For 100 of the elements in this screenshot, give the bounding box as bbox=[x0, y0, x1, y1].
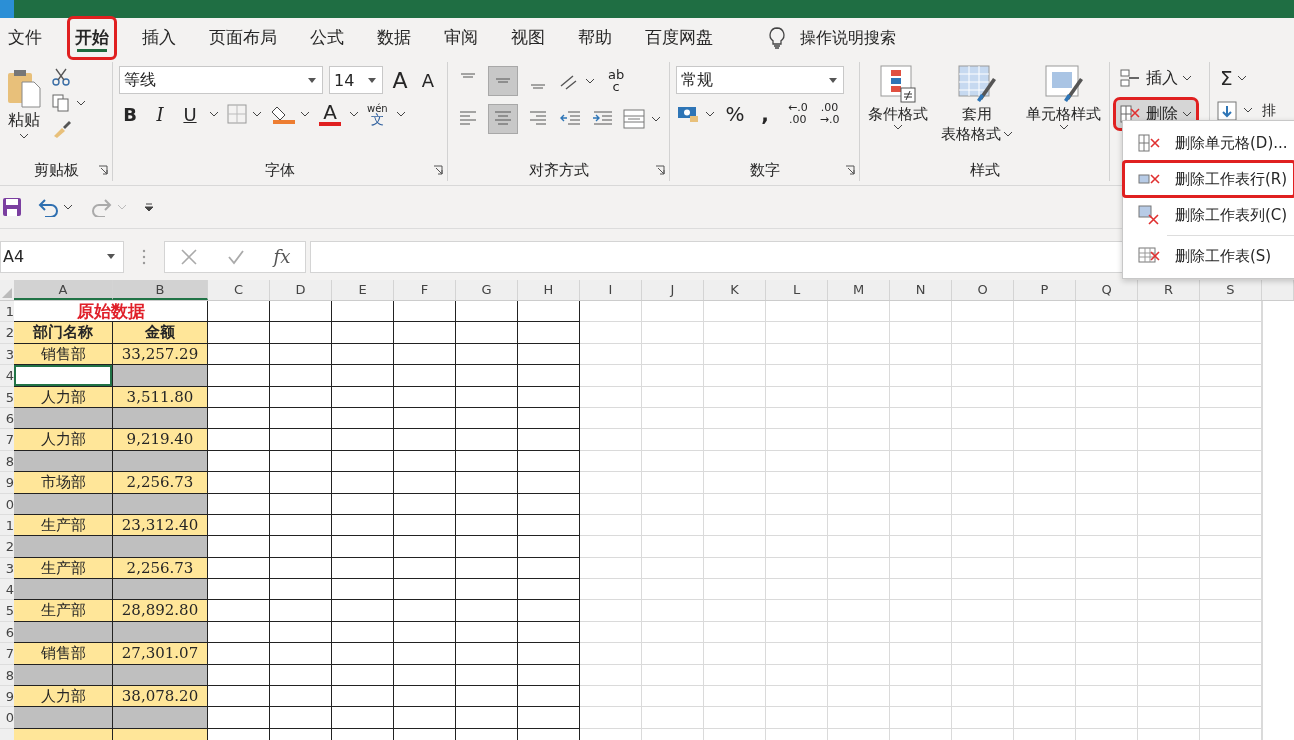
row-header[interactable]: 6 bbox=[0, 621, 14, 644]
percent-button[interactable]: % bbox=[724, 102, 746, 126]
row-header[interactable]: 7 bbox=[0, 643, 14, 665]
ribbon-tab[interactable]: 数据 bbox=[371, 18, 417, 58]
row-header[interactable]: 9 bbox=[0, 472, 14, 494]
column-header[interactable]: M bbox=[828, 280, 890, 300]
column-header[interactable]: E bbox=[332, 280, 394, 300]
column-header[interactable]: Q bbox=[1076, 280, 1138, 300]
column-header[interactable]: F bbox=[394, 280, 456, 300]
ribbon-tab[interactable]: 百度网盘 bbox=[639, 18, 719, 58]
row-header[interactable]: 8 bbox=[0, 664, 14, 687]
ribbon-tab[interactable]: 页面布局 bbox=[203, 18, 283, 58]
number-format-field[interactable]: 常规 bbox=[676, 66, 844, 94]
shrink-font-button[interactable]: A bbox=[417, 69, 439, 91]
wrap-text-button[interactable]: ab c bbox=[608, 69, 625, 93]
ribbon-tab[interactable]: 插入 bbox=[136, 18, 182, 58]
format-painter-icon[interactable] bbox=[52, 120, 72, 138]
row-header[interactable]: 0 bbox=[0, 493, 14, 515]
insert-function-button[interactable]: fx bbox=[273, 246, 291, 267]
caret-icon[interactable] bbox=[209, 111, 219, 117]
column-header[interactable]: H bbox=[518, 280, 580, 300]
splitter-icon[interactable] bbox=[142, 248, 146, 265]
row-header[interactable]: 4 bbox=[0, 365, 14, 387]
currency-icon[interactable] bbox=[676, 104, 716, 124]
row-header[interactable]: 8 bbox=[0, 450, 14, 473]
ribbon-tab[interactable]: 审阅 bbox=[438, 18, 484, 58]
font-color-button[interactable]: A bbox=[319, 102, 341, 126]
row-header[interactable]: 3 bbox=[0, 557, 14, 580]
conditional-formatting-button[interactable]: 条件格式 bbox=[868, 64, 928, 130]
bold-button[interactable]: B bbox=[119, 103, 141, 125]
column-header[interactable]: O bbox=[952, 280, 1014, 300]
row-header[interactable]: 1 bbox=[0, 301, 14, 323]
dialog-launcher-icon[interactable] bbox=[433, 165, 443, 175]
tell-me-search[interactable]: 操作说明搜索 bbox=[800, 27, 896, 49]
scissors-icon[interactable] bbox=[52, 68, 70, 86]
increase-decimal-button[interactable]: ←.0 .00 bbox=[788, 102, 808, 126]
comma-style-button[interactable]: , bbox=[754, 102, 776, 126]
column-header[interactable]: J bbox=[642, 280, 704, 300]
dialog-launcher-icon[interactable] bbox=[655, 165, 665, 175]
ribbon-tab[interactable]: 公式 bbox=[304, 18, 350, 58]
ribbon-tab[interactable]: 开始 bbox=[69, 18, 115, 58]
row-header[interactable]: 0 bbox=[0, 707, 14, 729]
column-header[interactable]: R bbox=[1138, 280, 1200, 300]
column-header[interactable]: I bbox=[580, 280, 642, 300]
insert-button[interactable]: 插入 bbox=[1116, 64, 1196, 92]
ribbon-tab[interactable]: 帮助 bbox=[572, 18, 618, 58]
borders-icon[interactable] bbox=[227, 104, 263, 124]
column-header[interactable]: A bbox=[14, 280, 113, 300]
caret-icon[interactable] bbox=[395, 111, 406, 117]
font-name-field[interactable]: 等线 bbox=[119, 66, 323, 94]
font-size-field[interactable]: 14 bbox=[329, 66, 383, 94]
menu-item[interactable]: 删除单元格(D)... bbox=[1123, 125, 1294, 161]
column-header[interactable]: K bbox=[704, 280, 766, 300]
table-cell bbox=[208, 536, 270, 558]
ribbon-tab[interactable]: 文件 bbox=[2, 18, 48, 58]
row-header[interactable]: 7 bbox=[0, 429, 14, 451]
menu-item[interactable]: 删除工作表列(C) bbox=[1123, 197, 1294, 233]
caret-icon[interactable] bbox=[349, 111, 359, 117]
column-header[interactable]: S bbox=[1200, 280, 1262, 300]
column-header[interactable]: D bbox=[270, 280, 332, 300]
customize-toolbar-icon[interactable] bbox=[144, 202, 154, 212]
row-header[interactable]: 5 bbox=[0, 600, 14, 622]
italic-button[interactable]: I bbox=[149, 103, 171, 125]
autosum-button[interactable]: Σ bbox=[1216, 64, 1251, 92]
table-cell bbox=[1138, 579, 1200, 601]
copy-icon[interactable] bbox=[52, 94, 86, 112]
merge-center-icon[interactable] bbox=[622, 108, 662, 130]
column-header[interactable]: G bbox=[456, 280, 518, 300]
column-header[interactable]: C bbox=[208, 280, 270, 300]
row-header[interactable]: 1 bbox=[0, 514, 14, 537]
dialog-launcher-icon[interactable] bbox=[845, 165, 855, 175]
horizontal-align-icon[interactable] bbox=[488, 104, 518, 134]
save-icon[interactable] bbox=[2, 197, 22, 217]
row-header[interactable]: 9 bbox=[0, 686, 14, 708]
cancel-icon[interactable] bbox=[179, 247, 198, 266]
phonetic-button[interactable]: wén 文 bbox=[367, 103, 388, 125]
row-header[interactable]: 6 bbox=[0, 407, 14, 430]
name-box[interactable]: A4 bbox=[0, 240, 124, 273]
row-header[interactable]: 4 bbox=[0, 579, 14, 601]
ribbon-tab[interactable]: 视图 bbox=[505, 18, 551, 58]
cell-styles-button[interactable]: 单元格样式 bbox=[1026, 64, 1101, 130]
row-header[interactable]: 2 bbox=[0, 322, 14, 344]
menu-item[interactable]: 删除工作表(S) bbox=[1123, 238, 1294, 274]
vertical-align-icon[interactable] bbox=[488, 66, 518, 96]
column-header[interactable]: N bbox=[890, 280, 952, 300]
dialog-launcher-icon[interactable] bbox=[98, 165, 108, 175]
column-header[interactable]: L bbox=[766, 280, 828, 300]
row-header[interactable]: 2 bbox=[0, 536, 14, 558]
table-cell bbox=[766, 493, 828, 515]
decrease-decimal-button[interactable]: .00 →.0 bbox=[819, 102, 840, 126]
underline-button[interactable]: U bbox=[179, 103, 201, 125]
grow-font-button[interactable]: A bbox=[389, 67, 411, 93]
format-as-table-button[interactable]: 套用 表格格式 bbox=[941, 64, 1013, 144]
paste-button[interactable]: 粘贴 bbox=[6, 68, 42, 139]
row-header[interactable]: 3 bbox=[0, 343, 14, 366]
column-header[interactable]: P bbox=[1014, 280, 1076, 300]
column-header[interactable]: B bbox=[113, 280, 208, 300]
table-cell bbox=[580, 386, 642, 408]
row-header[interactable]: 5 bbox=[0, 386, 14, 408]
menu-item[interactable]: 删除工作表行(R) bbox=[1123, 161, 1294, 197]
